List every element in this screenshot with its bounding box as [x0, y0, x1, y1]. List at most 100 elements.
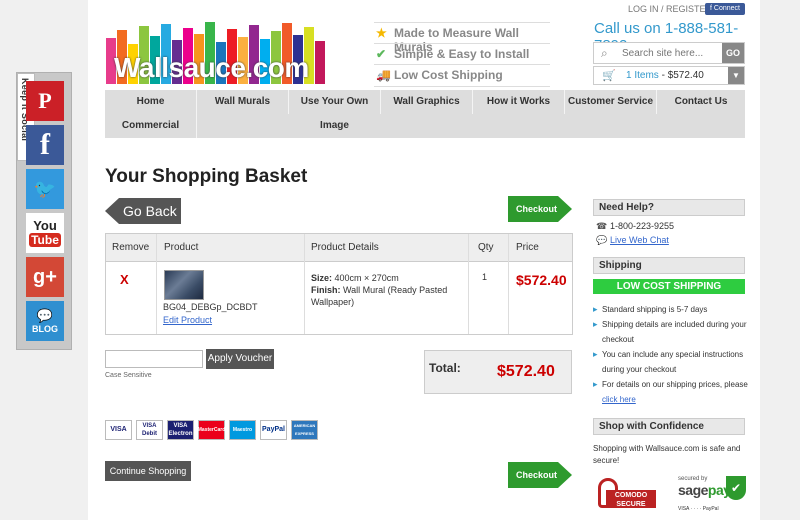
item-price: $572.40	[516, 272, 567, 288]
phone-icon: ☎	[596, 221, 608, 231]
header-price: Price	[516, 242, 539, 253]
edit-product-link[interactable]: Edit Product	[163, 315, 212, 325]
basket-table: Remove Product Product Details Qty Price…	[105, 233, 573, 335]
comodo-secure-badge[interactable]: COMODO SECURE	[598, 474, 656, 514]
total-label: Total:	[429, 361, 461, 375]
shipping-info-list: Standard shipping is 5-7 days Shipping d…	[593, 302, 748, 407]
amex-card-icon: AMERICAN EXPRESS	[291, 420, 318, 440]
cart-total: $572.40	[667, 70, 704, 81]
chevron-down-icon[interactable]: ▼	[728, 67, 744, 84]
nav-item-commercial[interactable]: Commercial	[105, 114, 197, 138]
login-register-link[interactable]: LOG IN / REGISTER	[628, 4, 712, 14]
column-divider	[468, 234, 469, 334]
help-phone-number: 1-800-223-9255	[610, 221, 675, 231]
low-cost-shipping-banner: LOW COST SHIPPING THROUGHOUT US	[593, 279, 745, 307]
nav-item-customer-service[interactable]: Customer Service	[565, 90, 657, 114]
comodo-label: COMODO SECURE	[606, 490, 656, 508]
youtube-tube: Tube	[29, 233, 61, 247]
shipping-prices-text: For details on our shipping prices, plea…	[602, 380, 748, 389]
product-thumbnail[interactable]	[164, 270, 204, 300]
case-sensitive-note: Case Sensitive	[105, 372, 152, 379]
header-remove: Remove	[112, 242, 150, 253]
pinterest-icon[interactable]: P	[26, 81, 64, 121]
facebook-connect-button[interactable]: f Connect	[705, 3, 745, 15]
column-divider	[304, 234, 305, 334]
nav-item-how-it-works[interactable]: How it Works	[473, 90, 565, 114]
usp-made-to-measure: ★ Made to Measure Wall Murals	[374, 22, 550, 54]
cart-icon: 🛒	[602, 70, 616, 82]
fb-connect-label: Connect	[713, 5, 740, 12]
nav-item-wall-graphics[interactable]: Wall Graphics	[381, 90, 473, 114]
usp-easy-install: ✔ Simple & Easy to Install	[374, 43, 550, 64]
twitter-icon[interactable]: 🐦	[26, 169, 64, 209]
maestro-card-icon: Maestro	[229, 420, 256, 440]
search-go-button[interactable]: GO	[722, 43, 744, 63]
sagepay-logo-sage: sage	[678, 482, 708, 498]
item-quantity: 1	[482, 272, 488, 282]
column-divider	[508, 234, 509, 334]
visa-debit-card-icon: VISA Debit	[136, 420, 163, 440]
cart-separator: -	[658, 70, 668, 81]
sagepay-cards: VISA · · · · PayPal	[678, 506, 719, 512]
shop-with-confidence-heading: Shop with Confidence	[593, 418, 745, 435]
click-here-link[interactable]: click here	[602, 395, 636, 404]
chat-icon: 💬	[596, 235, 608, 245]
nav-item-wall-murals[interactable]: Wall Murals	[197, 90, 289, 114]
need-help-heading: Need Help?	[593, 199, 745, 216]
check-shield-icon: ✔	[726, 476, 746, 500]
visa-electron-card-icon: VISA Electron	[167, 420, 194, 440]
nav-item-home[interactable]: Home	[105, 90, 197, 114]
nav-item-contact-us[interactable]: Contact Us	[657, 90, 745, 114]
truck-icon: 🚚	[376, 68, 391, 82]
paypal-icon: PayPal	[260, 420, 287, 440]
youtube-you: You	[33, 218, 57, 233]
size-value: 400cm × 270cm	[332, 273, 399, 283]
social-sidebar: Keep it Social P f 🐦 You Tube g+ 💬 BLOG	[16, 72, 72, 350]
total-value: $572.40	[497, 363, 555, 380]
sagepay-badge[interactable]: secured by sagepay ✔ VISA · · · · PayPal	[678, 476, 746, 516]
blog-icon[interactable]: 💬 BLOG	[26, 301, 64, 341]
page-title: Your Shopping Basket	[105, 166, 308, 187]
checkout-button-top[interactable]: Checkout	[508, 196, 572, 222]
live-chat: 💬 Live Web Chat	[596, 235, 669, 246]
cart-items-count[interactable]: 1 Items	[626, 70, 659, 81]
list-item: Shipping details are included during you…	[593, 317, 748, 347]
product-details: Size: 400cm × 270cm Finish: Wall Mural (…	[311, 272, 461, 308]
search-icon: ⌕	[601, 46, 608, 60]
logo-text: Wallsauce.com	[114, 52, 309, 83]
facebook-icon[interactable]: f	[26, 125, 64, 165]
voucher-input[interactable]	[105, 350, 203, 368]
continue-shopping-button[interactable]: Continue Shopping	[105, 461, 191, 481]
usp-low-cost-shipping: 🚚 Low Cost Shipping	[374, 64, 550, 87]
live-web-chat-link[interactable]: Live Web Chat	[610, 235, 669, 245]
main-nav: Home Wall Murals Use Your Own Image Wall…	[105, 90, 745, 138]
search-input[interactable]	[622, 46, 720, 60]
go-back-button[interactable]: Go Back	[105, 198, 181, 224]
list-item: For details on our shipping prices, plea…	[593, 377, 748, 407]
check-icon: ✔	[376, 47, 387, 61]
total-box: Total: $572.40	[424, 350, 572, 394]
remove-item-button[interactable]: X	[120, 272, 129, 287]
finish-label: Finish:	[311, 285, 341, 295]
mini-cart[interactable]: 🛒 1 Items - $572.40 ▼	[593, 66, 745, 85]
help-phone: ☎ 1-800-223-9255	[596, 221, 674, 232]
blog-label: BLOG	[32, 324, 58, 334]
header-qty: Qty	[478, 242, 494, 253]
safe-secure-text: Shopping with Wallsauce.com is safe and …	[593, 444, 741, 465]
header-product-details: Product Details	[311, 242, 379, 253]
shipping-heading: Shipping	[593, 257, 745, 274]
cart-summary: 1 Items - $572.40	[626, 70, 704, 81]
youtube-icon[interactable]: You Tube	[26, 213, 64, 253]
usp-text: Simple & Easy to Install	[394, 47, 530, 61]
list-item: Standard shipping is 5-7 days	[593, 302, 748, 317]
header-product: Product	[164, 242, 199, 253]
visa-card-icon: VISA	[105, 420, 132, 440]
checkout-button-bottom[interactable]: Checkout	[508, 462, 572, 488]
apply-voucher-button[interactable]: Apply Voucher	[206, 349, 274, 369]
column-divider	[156, 234, 157, 334]
page: Wallsauce.com ★ Made to Measure Wall Mur…	[88, 0, 760, 520]
nav-item-use-your-own-image[interactable]: Use Your Own Image	[289, 90, 381, 131]
star-icon: ★	[376, 26, 387, 40]
table-header: Remove Product Product Details Qty Price	[106, 234, 572, 262]
googleplus-icon[interactable]: g+	[26, 257, 64, 297]
